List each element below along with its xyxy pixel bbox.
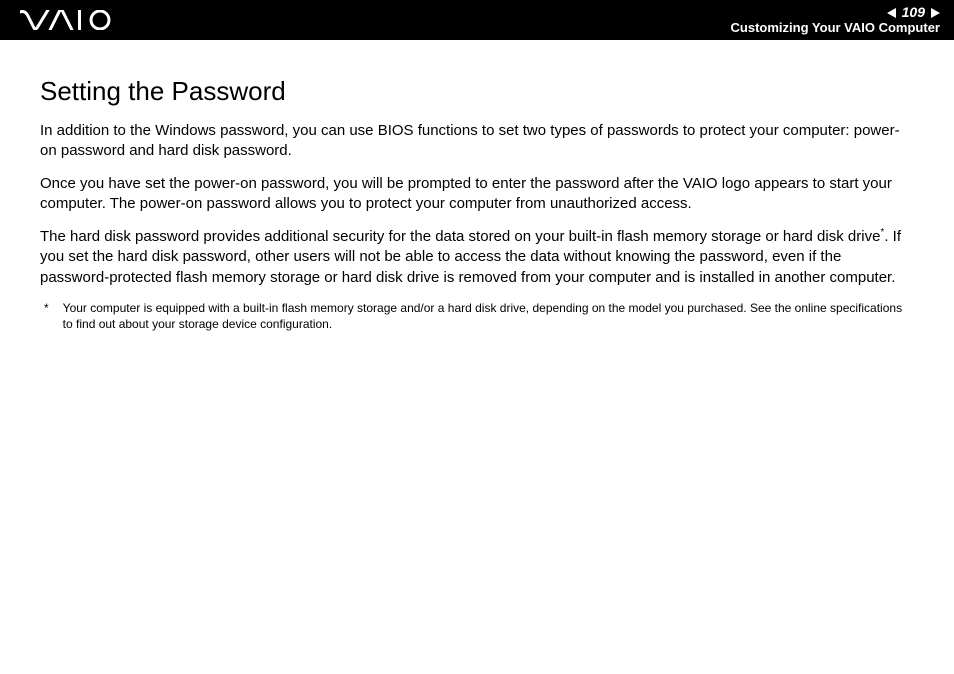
- body-text: The hard disk password provides addition…: [40, 228, 880, 245]
- footnote-marker: *: [40, 300, 49, 332]
- body-paragraph: The hard disk password provides addition…: [40, 226, 914, 288]
- page-header: 109 Customizing Your VAIO Computer: [0, 0, 954, 40]
- footnote-text: Your computer is equipped with a built-i…: [63, 300, 914, 332]
- page-number: 109: [902, 5, 925, 20]
- vaio-logo: [20, 10, 116, 30]
- prev-page-icon[interactable]: [887, 8, 896, 18]
- page-content: Setting the Password In addition to the …: [0, 40, 954, 332]
- next-page-icon[interactable]: [931, 8, 940, 18]
- footnote: * Your computer is equipped with a built…: [40, 300, 914, 332]
- page-title: Setting the Password: [40, 76, 914, 107]
- body-paragraph: In addition to the Windows password, you…: [40, 121, 914, 162]
- page-nav: 109 Customizing Your VAIO Computer: [731, 5, 940, 35]
- section-label: Customizing Your VAIO Computer: [731, 21, 940, 35]
- body-paragraph: Once you have set the power-on password,…: [40, 174, 914, 215]
